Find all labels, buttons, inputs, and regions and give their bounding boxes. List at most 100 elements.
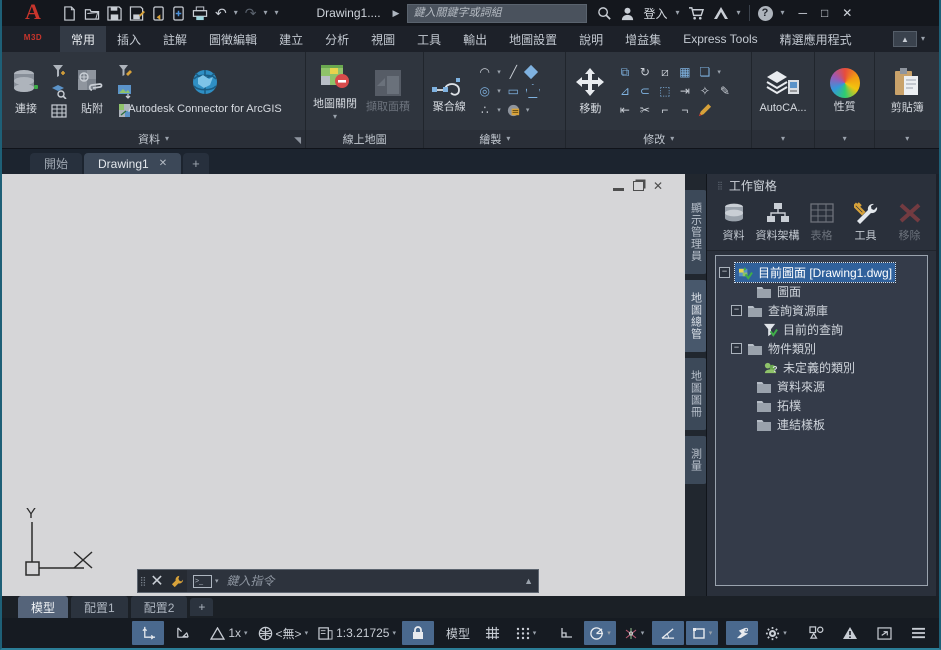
drawing-close-icon[interactable]: ✕: [653, 179, 663, 193]
tree-node-link-templates[interactable]: 連結樣板: [719, 415, 924, 434]
status-bar-menu-control[interactable]: [902, 621, 934, 645]
tree-node-query-library[interactable]: − 查詢資源庫: [719, 301, 924, 320]
save-to-mobile-icon[interactable]: [152, 6, 165, 21]
side-tab-display-manager[interactable]: 顯示管理員: [685, 190, 707, 274]
autosnap-toggle[interactable]: [726, 621, 758, 645]
point-dropdown-icon[interactable]: ▾: [497, 106, 501, 114]
ribbon-tab-map-setup[interactable]: 地圖設置: [498, 26, 568, 52]
clean-screen-control[interactable]: [868, 621, 900, 645]
isometric-angle-toggle[interactable]: [652, 621, 684, 645]
offset-icon[interactable]: ⊂: [637, 84, 652, 99]
modify-panel-label[interactable]: 修改▾: [566, 130, 751, 148]
taskpane-schema-button[interactable]: 資料架構: [757, 202, 798, 243]
stretch-icon[interactable]: ⬚: [657, 84, 672, 99]
ribbon-tab-addins[interactable]: 增益集: [614, 26, 672, 52]
undo-icon[interactable]: ↶: [215, 6, 227, 20]
break-icon[interactable]: ✂: [637, 103, 652, 118]
match-icon[interactable]: ✧: [697, 84, 712, 99]
tree-node-topologies[interactable]: 拓樸: [719, 396, 924, 415]
ribbon-tab-tools[interactable]: 工具: [406, 26, 452, 52]
ribbon-tab-express-tools[interactable]: Express Tools: [672, 26, 768, 52]
drawing-restore-icon[interactable]: [633, 181, 644, 191]
insert-image-icon[interactable]: [117, 83, 133, 99]
close-button[interactable]: ✕: [842, 6, 852, 20]
map-close-button[interactable]: 地圖關閉 ▾: [310, 59, 360, 124]
tree-node-drawings[interactable]: 圖面: [719, 282, 924, 301]
gear-dropdown-icon[interactable]: ▾: [783, 630, 787, 637]
autocad-layers-button[interactable]: AutoCA...: [756, 65, 809, 117]
qat-customize-icon[interactable]: ▾: [275, 9, 279, 17]
circle-icon[interactable]: ◎: [477, 84, 492, 99]
scale-icon[interactable]: ⧄: [657, 65, 672, 80]
open-file-icon[interactable]: [84, 6, 100, 21]
command-input[interactable]: [225, 573, 520, 589]
layer-tools-icon[interactable]: ❏: [697, 65, 712, 80]
save-icon[interactable]: [107, 6, 122, 21]
tree-node-data-sources[interactable]: 資料來源: [719, 377, 924, 396]
ribbon-tab-help[interactable]: 說明: [568, 26, 614, 52]
autodesk-dropdown-icon[interactable]: ▾: [737, 9, 741, 17]
polar-dropdown-icon[interactable]: ▾: [607, 630, 611, 637]
arc-dropdown-icon[interactable]: ▾: [497, 68, 501, 76]
ribbon-tab-featured-apps[interactable]: 精選應用程式: [769, 26, 863, 52]
polyline-button[interactable]: 聚合線: [428, 66, 470, 116]
line-icon[interactable]: ╱: [506, 65, 521, 80]
tree-node-current-drawing[interactable]: − 目前圖面 [Drawing1.dwg]: [719, 263, 924, 282]
capture-area-button[interactable]: 擷取面積: [363, 66, 413, 116]
online-map-panel-label[interactable]: 線上地圖: [306, 130, 423, 148]
draw-panel-label[interactable]: 繪製▾: [424, 130, 565, 148]
polygon-icon[interactable]: [526, 84, 540, 98]
autocad-panel-label[interactable]: ▾: [752, 130, 814, 148]
copy-icon[interactable]: ⧉: [617, 65, 632, 80]
redo-dropdown-icon[interactable]: ▾: [263, 9, 267, 17]
isodraft-toggle[interactable]: [166, 621, 198, 645]
rotate-icon[interactable]: ↻: [637, 65, 652, 80]
dialog-launcher-icon[interactable]: ◥: [294, 135, 301, 146]
drawing-minimize-icon[interactable]: [613, 188, 624, 191]
circle-dropdown-icon[interactable]: ▾: [497, 87, 501, 95]
rectangle-icon[interactable]: ▭: [506, 84, 521, 99]
search-input[interactable]: [407, 4, 587, 23]
arc-points-icon[interactable]: ◠: [477, 65, 492, 80]
data-filter-icon[interactable]: [51, 63, 67, 79]
taskpane-remove-button[interactable]: 移除: [889, 202, 930, 243]
ribbon-tab-output[interactable]: 輸出: [452, 26, 498, 52]
model-space-toggle[interactable]: 模型: [442, 621, 474, 645]
solid-icon[interactable]: [524, 65, 538, 79]
ribbon-collapse-dropdown-icon[interactable]: ▾: [921, 35, 925, 43]
map-close-dropdown-icon[interactable]: ▾: [333, 113, 337, 121]
lengthen-icon[interactable]: ⇤: [617, 103, 632, 118]
coordinate-system-dropdown-icon[interactable]: ▾: [305, 630, 309, 637]
arcgis-connector-button[interactable]: Autodesk Connector for ArcGIS: [138, 64, 272, 118]
taskpane-tools-button[interactable]: 工具: [845, 202, 886, 243]
array-icon[interactable]: ▦: [677, 65, 692, 80]
clipboard-button[interactable]: 剪貼簿: [888, 65, 927, 117]
save-as-icon[interactable]: [129, 6, 145, 21]
coordinate-system-control[interactable]: <無>▾: [254, 621, 313, 645]
command-line-grip[interactable]: ⣿: [138, 570, 147, 592]
layer-dropdown-icon[interactable]: ▾: [717, 68, 721, 76]
undo-dropdown-icon[interactable]: ▾: [234, 9, 238, 17]
coords-display-toggle[interactable]: [132, 621, 164, 645]
map-scale-dropdown-icon[interactable]: ▾: [392, 630, 396, 637]
otrack-dropdown-icon[interactable]: ▾: [641, 630, 645, 637]
ribbon-tab-home[interactable]: 常用: [60, 26, 106, 52]
properties-panel-label[interactable]: ▾: [815, 130, 875, 148]
user-icon[interactable]: [620, 6, 635, 21]
trim-extend-icon[interactable]: ⇥: [677, 84, 692, 99]
tree-node-undefined-class[interactable]: ? 未定義的類別: [719, 358, 924, 377]
new-drawing-tab-button[interactable]: +: [183, 153, 209, 174]
edit-pencil-icon[interactable]: [697, 103, 712, 118]
command-close-icon[interactable]: ✕: [147, 570, 167, 592]
ribbon-tab-feature-edit[interactable]: 圖徵編輯: [198, 26, 268, 52]
help-dropdown-icon[interactable]: ▾: [781, 9, 785, 17]
tree-node-object-classes[interactable]: − 物件類別: [719, 339, 924, 358]
ortho-toggle[interactable]: [550, 621, 582, 645]
attach-button[interactable]: 貼附: [72, 64, 112, 118]
collapse-icon[interactable]: −: [719, 267, 730, 278]
file-tab-start[interactable]: 開始: [30, 153, 82, 174]
drawing-canvas[interactable]: ✕ Y ⣿ ✕ >_▾ ▲: [2, 174, 685, 596]
task-pane-header[interactable]: ⣿ 工作窗格: [707, 174, 936, 197]
new-file-icon[interactable]: [62, 6, 77, 21]
layout-tab-model[interactable]: 模型: [18, 596, 68, 619]
